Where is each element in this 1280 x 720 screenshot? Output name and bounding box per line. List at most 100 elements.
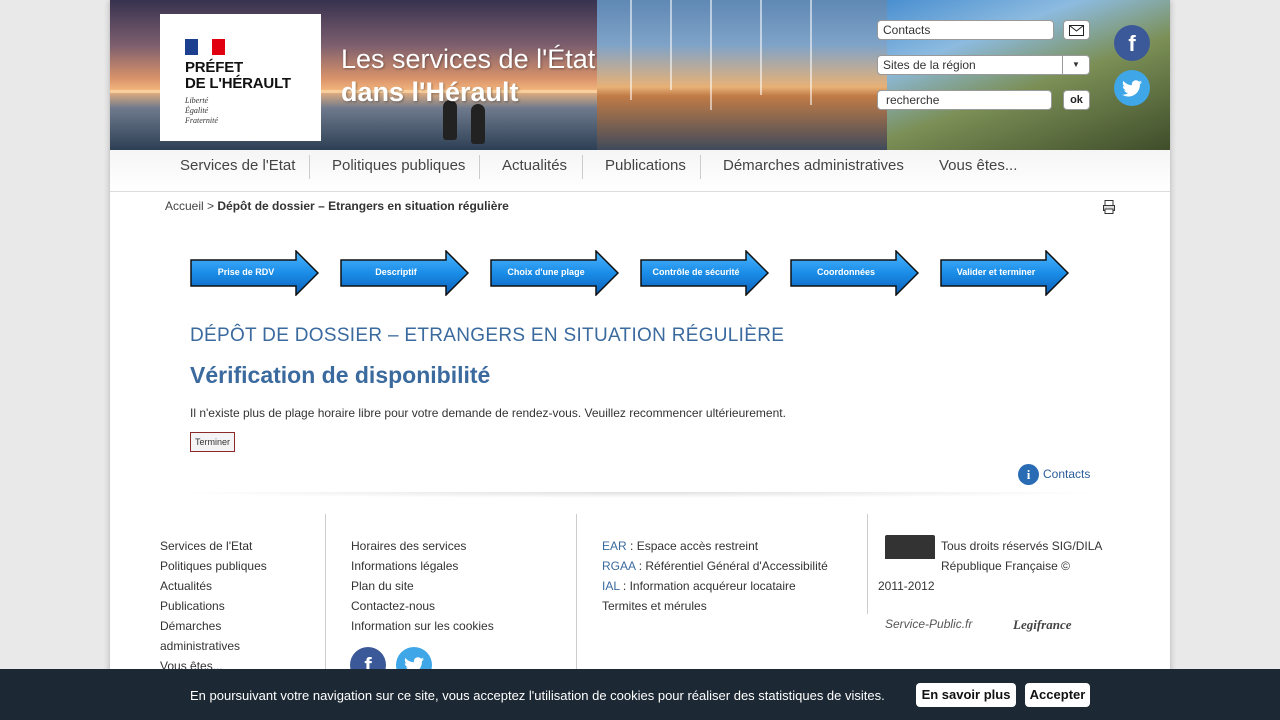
nav-separator [309, 155, 310, 179]
site-header: PRÉFET DE L'HÉRAULT Liberté Égalité Frat… [110, 0, 1170, 150]
header-photo-mast [670, 0, 672, 90]
rights-line: Tous droits réservés SIG/DILA [941, 539, 1103, 553]
footer-link[interactable]: administratives [160, 636, 280, 656]
step-descriptif: Descriptif [340, 250, 470, 296]
acronym-text: : Espace accès restreint [626, 539, 759, 553]
cookie-accept-button[interactable]: Accepter [1025, 683, 1090, 707]
nav-separator [479, 155, 480, 179]
footer-separator [325, 514, 326, 674]
footer-col-nav: Services de l'Etat Politiques publiques … [160, 536, 280, 676]
footer-ial-link[interactable]: IAL : Information acquéreur locataire [602, 576, 852, 596]
header-photo-figure [471, 104, 485, 144]
main-nav: Services de l'Etat Politiques publiques … [110, 150, 1170, 192]
footer-rights: Tous droits réservés SIG/DILA République… [941, 536, 1121, 576]
acronym: RGAA [602, 559, 636, 573]
acronym: EAR [602, 539, 627, 553]
step-label: Contrôle de sécurité [652, 267, 740, 277]
logo-motto-line: Égalité [185, 106, 209, 115]
step-label: Descriptif [375, 267, 417, 277]
info-icon: i [1018, 464, 1039, 485]
logo-line2: DE L'HÉRAULT [185, 75, 291, 92]
prefet-logo[interactable]: PRÉFET DE L'HÉRAULT Liberté Égalité Frat… [160, 14, 321, 141]
french-flag-icon [185, 39, 225, 55]
footer-link[interactable]: Informations légales [351, 556, 561, 576]
site-title-line1: Les services de l'État [341, 44, 596, 74]
step-label: Prise de RDV [217, 267, 275, 277]
footer-link[interactable]: Politiques publiques [160, 556, 280, 576]
step-label: Valider et terminer [956, 267, 1036, 277]
footer-separator [867, 514, 868, 614]
nav-item-publications[interactable]: Publications [605, 150, 686, 192]
logo-motto: Liberté Égalité Fraternité [185, 96, 218, 126]
cookie-more-button[interactable]: En savoir plus [916, 683, 1016, 707]
page-container: PRÉFET DE L'HÉRAULT Liberté Égalité Frat… [110, 0, 1170, 720]
nav-item-demarches[interactable]: Démarches administratives [723, 150, 904, 192]
page-title: DÉPÔT DE DOSSIER – ETRANGERS EN SITUATIO… [190, 325, 785, 346]
dropdown-arrow-icon: ▼ [1062, 55, 1089, 75]
envelope-icon [1069, 25, 1084, 36]
footer-link[interactable]: Plan du site [351, 576, 561, 596]
nav-item-actualites[interactable]: Actualités [502, 150, 567, 192]
footer-link[interactable]: Services de l'Etat [160, 536, 280, 556]
search-submit-button[interactable]: ok [1063, 90, 1090, 110]
region-select[interactable]: Sites de la région ▼ [877, 55, 1090, 75]
rights-line: République Française © [941, 559, 1070, 573]
contacts-link-label: Contacts [1043, 467, 1091, 481]
header-photo-mast [630, 0, 632, 100]
nav-item-services[interactable]: Services de l'Etat [180, 150, 295, 192]
contacts-field[interactable]: Contacts [877, 20, 1054, 40]
footer-termites-link[interactable]: Termites et mérules [602, 596, 852, 616]
footer-link[interactable]: Démarches [160, 616, 280, 636]
header-photo-mast [710, 0, 712, 110]
header-photo-mast [810, 0, 812, 105]
availability-message: Il n'existe plus de plage horaire libre … [190, 406, 786, 420]
site-title: Les services de l'État dans l'Hérault [341, 43, 595, 109]
step-prise-de-rdv: Prise de RDV [190, 250, 320, 296]
facebook-icon[interactable]: f [1114, 25, 1150, 61]
footer-ear-link[interactable]: EAR : Espace accès restreint [602, 536, 852, 556]
acronym: IAL [602, 579, 620, 593]
footer-link[interactable]: Horaires des services [351, 536, 561, 556]
legifrance-logo[interactable]: Legifrance [1013, 617, 1071, 633]
logo-motto-line: Fraternité [185, 116, 218, 125]
footer-col-info: Horaires des services Informations légal… [351, 536, 561, 636]
cookie-banner: En poursuivant votre navigation sur ce s… [0, 669, 1280, 720]
rights-year: 2011-2012 [878, 579, 935, 593]
print-icon[interactable] [1103, 200, 1115, 214]
breadcrumb: Accueil > Dépôt de dossier – Etrangers e… [165, 199, 509, 213]
finish-button[interactable]: Terminer [190, 432, 235, 452]
cookie-text: En poursuivant votre navigation sur ce s… [190, 688, 885, 703]
footer-link[interactable]: Contactez-nous [351, 596, 561, 616]
step-valider: Valider et terminer [940, 250, 1070, 296]
header-photo-mast [760, 0, 762, 95]
search-input[interactable]: recherche [877, 90, 1052, 110]
footer-link[interactable]: Actualités [160, 576, 280, 596]
acronym-text: : Référentiel Général d'Accessibilité [635, 559, 828, 573]
footer-separator [576, 514, 577, 674]
step-controle-securite: Contrôle de sécurité [640, 250, 770, 296]
footer-col-links: EAR : Espace accès restreint RGAA : Réfé… [602, 536, 852, 616]
nav-separator [582, 155, 583, 179]
logo-text: PRÉFET DE L'HÉRAULT [185, 60, 291, 92]
step-choix-plage: Choix d'une plage [490, 250, 620, 296]
footer-link[interactable]: Publications [160, 596, 280, 616]
breadcrumb-home-link[interactable]: Accueil [165, 199, 204, 213]
acronym-text: : Information acquéreur locataire [619, 579, 796, 593]
footer-link[interactable]: Information sur les cookies [351, 616, 561, 636]
nav-item-vous-etes[interactable]: Vous êtes... [939, 150, 1017, 192]
nav-item-politiques[interactable]: Politiques publiques [332, 150, 465, 192]
site-title-line2: dans l'Hérault [341, 77, 519, 107]
mail-button[interactable] [1063, 20, 1090, 40]
twitter-bird-icon [1122, 80, 1142, 97]
footer-divider [160, 492, 1120, 498]
step-coordonnees: Coordonnées personnelles [790, 250, 920, 322]
nav-separator [700, 155, 701, 179]
twitter-icon[interactable] [1114, 70, 1150, 106]
header-photo-harbour [597, 0, 887, 150]
logo-motto-line: Liberté [185, 96, 209, 105]
service-public-logo[interactable]: Service-Public.fr [885, 617, 972, 631]
breadcrumb-current: Dépôt de dossier – Etrangers en situatio… [217, 199, 509, 213]
footer-rgaa-link[interactable]: RGAA : Référentiel Général d'Accessibili… [602, 556, 852, 576]
step-label: Coordonnées personnelles [816, 267, 875, 322]
republique-francaise-logo [885, 535, 935, 567]
